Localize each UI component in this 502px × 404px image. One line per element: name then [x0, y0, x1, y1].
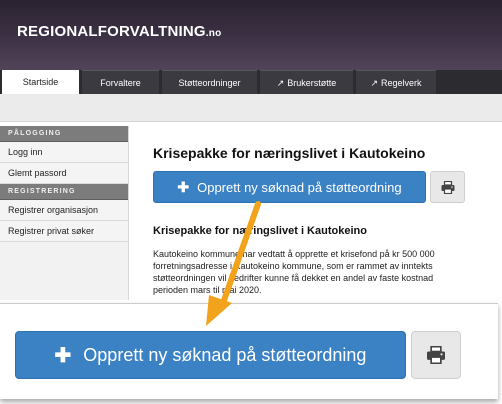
- intro-paragraph: Kautokeino kommune har vedtatt å opprett…: [153, 248, 502, 300]
- print-icon: [427, 346, 445, 364]
- sidebar: PÅLOGGING Logg inn Glemt passord REGISTR…: [0, 126, 129, 300]
- create-application-label: Opprett ny søknad på støtteordning: [197, 179, 402, 195]
- brand-name: REGIONALFORVALTNING: [17, 23, 206, 40]
- sidebar-heading-login: PÅLOGGING: [0, 126, 128, 142]
- tab-stotteordninger[interactable]: Støtteordninger: [162, 70, 257, 94]
- plus-icon: ✚: [54, 344, 72, 367]
- print-button[interactable]: [430, 171, 465, 203]
- brand-tld: .no: [205, 28, 222, 39]
- brand-logo[interactable]: REGIONALFORVALTNING.no: [17, 23, 221, 40]
- sidebar-heading-register: REGISTRERING: [0, 184, 128, 200]
- breadcrumb-bar: [0, 94, 502, 122]
- external-link-icon: ↗: [370, 78, 378, 88]
- paragraph-line: støtteordningen vil bedrifter kunne få d…: [153, 273, 434, 283]
- zoomed-create-application-button[interactable]: ✚ Opprett ny søknad på støtteordning: [15, 331, 406, 379]
- sidebar-item-register-private[interactable]: Registrer privat søker: [0, 221, 128, 242]
- site-header: REGIONALFORVALTNING.no: [0, 0, 502, 70]
- print-icon: [441, 180, 454, 194]
- main-nav: Startside Forvaltere Støtteordninger ↗ Br…: [0, 70, 502, 94]
- paragraph-line: perioden mars til mai 2020.: [153, 285, 262, 295]
- zoom-callout: ✚ Opprett ny søknad på støtteordning: [0, 303, 498, 399]
- tab-forvaltere[interactable]: Forvaltere: [82, 70, 159, 94]
- paragraph-line: forretningsadresse i Kautokeino kommune,…: [153, 261, 433, 271]
- tab-regelverk[interactable]: ↗ Regelverk: [356, 70, 436, 94]
- page-title: Krisepakke for næringslivet i Kautokeino: [153, 145, 426, 161]
- section-heading: Krisepakke for næringslivet i Kautokeino: [153, 225, 367, 237]
- paragraph-line: Kautokeino kommune har vedtatt å opprett…: [153, 249, 435, 259]
- tab-startside[interactable]: Startside: [2, 70, 79, 94]
- sidebar-item-login[interactable]: Logg inn: [0, 142, 128, 163]
- create-application-button[interactable]: ✚ Opprett ny søknad på støtteordning: [153, 171, 426, 203]
- sidebar-item-register-organization[interactable]: Registrer organisasjon: [0, 200, 128, 221]
- tab-brukerstotte[interactable]: ↗ Brukerstøtte: [260, 70, 353, 94]
- external-link-icon: ↗: [276, 78, 285, 88]
- zoomed-print-button[interactable]: [411, 331, 461, 379]
- sidebar-item-forgot-password[interactable]: Glemt passord: [0, 163, 128, 184]
- plus-icon: ✚: [177, 178, 190, 195]
- zoomed-create-application-label: Opprett ny søknad på støtteordning: [83, 344, 367, 365]
